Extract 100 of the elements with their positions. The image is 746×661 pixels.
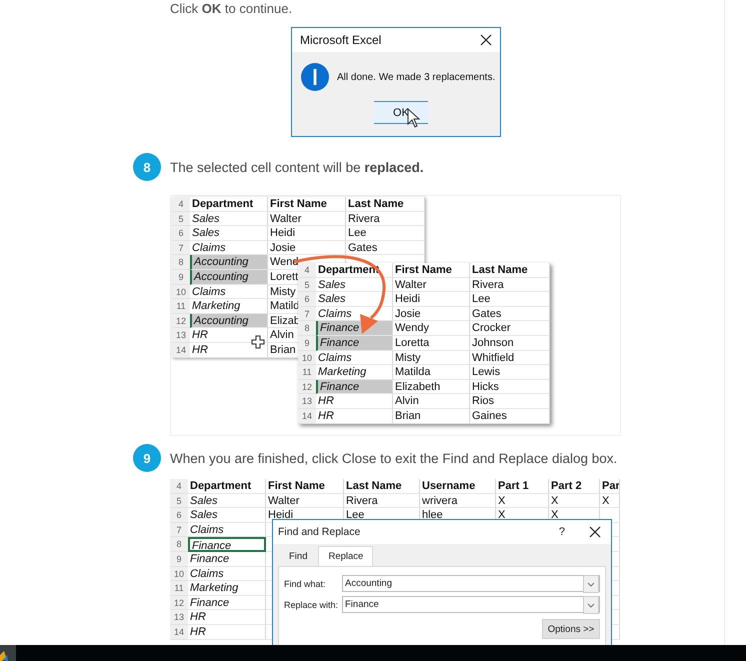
row-number: 12 — [170, 596, 188, 610]
table-cell: Whitfield — [470, 350, 550, 366]
cursor-icon — [407, 108, 421, 128]
table-cell: Alvin — [393, 394, 470, 409]
table-cell: Marketing — [188, 581, 266, 596]
step-text: When you are finished, click Close to exit the Find and Replace dialog box. — [170, 450, 618, 466]
table-cell: HR — [316, 408, 393, 424]
field-label: Find what: — [284, 578, 327, 588]
app-icon[interactable] — [0, 645, 16, 661]
column-header: Last Name — [470, 263, 550, 278]
close-icon[interactable] — [480, 34, 492, 46]
row-number: 7 — [298, 306, 316, 322]
row-number: 14 — [172, 342, 190, 358]
row-number: 10 — [172, 284, 190, 300]
table-cell: Brian — [393, 408, 470, 424]
table-cell: Accounting — [190, 270, 268, 285]
options-button[interactable]: Options >> — [542, 619, 600, 639]
table-cell: Rivera — [344, 494, 420, 508]
table-cell: X — [496, 494, 549, 508]
table-cell: Lewis — [470, 365, 550, 380]
table-cell: Matilda — [393, 365, 470, 380]
row-number: 5 — [172, 212, 190, 226]
column-header: First Name — [266, 479, 344, 494]
help-button[interactable]: ? — [558, 526, 565, 538]
combo-box[interactable]: Finance — [342, 596, 600, 613]
table-cell: Johnson — [470, 336, 550, 351]
row-number: 11 — [298, 365, 316, 380]
table-cell: Lee — [470, 292, 550, 307]
table-cell: Walter — [268, 212, 346, 226]
dropdown-icon[interactable] — [583, 596, 599, 614]
table-cell: Finance — [316, 321, 393, 336]
table-cell: HR — [188, 624, 266, 640]
table-cell: Loretta — [393, 336, 470, 351]
column-header: Department — [190, 197, 268, 212]
row-number: 4 — [172, 197, 190, 212]
row-number: 13 — [170, 610, 188, 625]
table-cell: Sales — [316, 278, 393, 292]
row-number: 9 — [172, 270, 190, 285]
dialog-title: Microsoft Excel — [300, 33, 382, 47]
table-cell: Josie — [393, 306, 470, 322]
row-number: 14 — [170, 624, 188, 640]
table-cell: Elizabeth — [393, 380, 470, 394]
tab[interactable]: Find — [280, 546, 316, 566]
table-cell: Crocker — [470, 321, 550, 336]
row-number: 4 — [170, 479, 188, 494]
row-number: 6 — [170, 508, 188, 523]
row-number: 5 — [298, 278, 316, 292]
cursor-icon — [251, 335, 265, 349]
table-cell: Sales — [188, 494, 266, 508]
table-cell: Walter — [393, 278, 470, 292]
table-cell: Heidi — [268, 226, 346, 241]
table-cell: Rivera — [470, 278, 550, 292]
column-header: Department — [188, 479, 266, 494]
row-number: 10 — [170, 566, 188, 582]
row-number: 11 — [172, 299, 190, 314]
table-cell: Heidi — [393, 292, 470, 307]
row-number: 13 — [298, 394, 316, 409]
column-header: Last Name — [344, 479, 420, 494]
row-number: 7 — [170, 522, 188, 538]
row-number: 6 — [298, 292, 316, 307]
column-header: Part 2 — [549, 479, 600, 494]
table-cell: Wendy — [393, 321, 470, 336]
dropdown-icon[interactable] — [583, 574, 599, 592]
table-cell: Gates — [346, 240, 425, 256]
row-number: 10 — [298, 350, 316, 366]
table-cell: Accounting — [190, 255, 268, 270]
close-icon[interactable] — [589, 526, 601, 538]
column-header: Username — [420, 479, 496, 494]
table-cell: X — [549, 494, 600, 508]
table-cell: Finance — [316, 336, 393, 351]
step-number: 9 — [133, 444, 161, 472]
table-cell: Rivera — [346, 212, 425, 226]
row-number: 11 — [170, 581, 188, 596]
table-cell: Sales — [188, 508, 266, 523]
table-cell: Gates — [470, 306, 550, 322]
table-cell: Claims — [188, 522, 266, 538]
table-cell: Claims — [190, 284, 268, 300]
table-cell: Gaines — [470, 408, 550, 424]
row-number: 5 — [170, 494, 188, 508]
row-number: 8 — [298, 321, 316, 336]
tab[interactable]: Replace — [318, 546, 374, 566]
table-cell: HR — [188, 610, 266, 625]
table-cell: Hicks — [470, 380, 550, 394]
row-number: 8 — [170, 537, 188, 552]
table-cell: Lee — [346, 226, 425, 241]
table-cell: Sales — [190, 226, 268, 241]
table-cell: wrivera — [420, 494, 496, 508]
step-number: 8 — [133, 153, 161, 181]
combo-box[interactable]: Accounting — [342, 575, 600, 592]
table-cell: Sales — [316, 292, 393, 307]
column-header: First Name — [268, 197, 346, 212]
column-header: Part 1 — [496, 479, 549, 494]
table-cell: Claims — [316, 350, 393, 366]
table-cell: Rios — [470, 394, 550, 409]
row-number: 13 — [172, 328, 190, 343]
row-number: 9 — [170, 552, 188, 567]
table-cell: Walter — [266, 494, 344, 508]
table-cell: Claims — [188, 566, 266, 582]
field-label: Replace with: — [284, 600, 340, 610]
row-number: 12 — [172, 314, 190, 328]
